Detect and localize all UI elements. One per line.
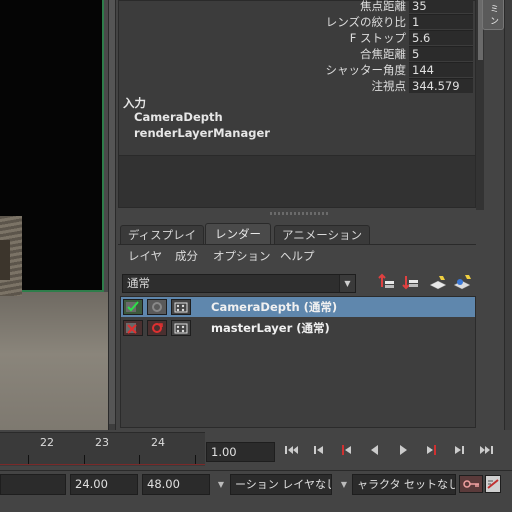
range-start-field[interactable] [0,474,66,495]
attr-value-field[interactable]: 35 [409,0,473,13]
go-to-end-icon[interactable] [475,443,497,463]
tab-divider [118,244,476,245]
recycle-toggle-icon[interactable] [147,299,167,315]
attr-label: 注視点 [371,79,407,93]
layer-row-cameradepth[interactable]: CameraDepth (通常) [121,297,475,317]
attr-row-center-of-interest: 注視点 344.579 [119,78,475,94]
new-layer-from-selected-icon[interactable] [376,272,396,292]
play-forward-icon[interactable] [392,443,414,463]
input-link-cameradepth[interactable]: CameraDepth [134,110,223,124]
attr-row-fstop: F ストップ 5.6 [119,30,475,46]
step-back-key-icon[interactable] [308,443,330,463]
attribute-panel-empty-area [119,155,475,207]
tab-display[interactable]: ディスプレイ [120,225,204,245]
viewport-wall-shadow [0,240,10,280]
anim-layer-dropdown[interactable]: ーション レイヤなし [230,474,332,495]
chevron-down-icon[interactable]: ▼ [215,474,227,495]
menu-help[interactable]: ヘルプ [280,247,315,265]
inputs-header: 入力 [123,96,146,110]
attr-value-field[interactable]: 1 [409,14,473,29]
attr-value-field[interactable]: 144 [409,62,473,77]
go-to-start-icon[interactable] [281,443,303,463]
attr-label: F ストップ [349,31,406,45]
attr-row-shutter-angle: シャッター角度 144 [119,62,475,78]
attr-label: 合焦距離 [360,47,406,61]
attr-row-focus-distance: 合焦距離 5 [119,46,475,62]
layer-name: CameraDepth (通常) [211,300,338,314]
current-frame-field[interactable]: 1.00 [206,442,275,462]
tick-label: 24 [151,436,165,449]
time-slider-baseline [0,464,205,465]
anim-end-field[interactable]: 48.00 [142,474,210,495]
recycle-toggle-icon[interactable] [147,320,167,336]
play-backward-icon[interactable] [364,443,386,463]
layer-mode-dropdown[interactable]: 通常 ▼ [122,274,356,293]
step-back-frame-icon[interactable] [336,443,358,463]
menu-layers[interactable]: レイヤ [128,247,162,265]
create-layer-with-selection-icon[interactable] [452,272,472,292]
character-set-dropdown[interactable]: ャラクタ セットなし [352,474,456,495]
side-panel-filler [484,210,504,430]
menu-options[interactable]: オプション [213,247,271,265]
attr-value-field[interactable]: 5.6 [409,30,473,45]
auto-key-icon[interactable] [459,475,483,493]
menu-components[interactable]: 成分 [175,247,198,265]
tick-label: 22 [40,436,54,449]
time-slider[interactable]: 22 23 24 [0,432,205,466]
attr-label: シャッター角度 [325,63,407,77]
attr-label: レンズの絞り比 [325,15,406,29]
step-forward-frame-icon[interactable] [420,443,442,463]
move-layer-down-icon[interactable] [400,272,420,292]
side-tab[interactable]: ミ ン [482,0,504,30]
side-strip [504,0,512,430]
attr-value-field[interactable]: 344.579 [409,78,473,93]
layer-name: masterLayer (通常) [211,321,330,335]
viewport[interactable] [0,0,108,430]
viewport-scrollbar-thumb[interactable] [109,0,115,424]
attr-value-field[interactable]: 5 [409,46,473,61]
chevron-down-icon: ▼ [339,275,355,292]
renderable-toggle-icon[interactable] [123,299,143,315]
attribute-panel: 焦点距離 35 レンズの絞り比 1 F ストップ 5.6 合焦距離 5 シャッタ… [118,0,476,208]
chevron-down-icon[interactable]: ▼ [338,474,350,495]
viewport-floor [0,292,108,430]
layer-row-masterlayer[interactable]: masterLayer (通常) [121,318,475,338]
tab-animation[interactable]: アニメーション [274,225,370,245]
animation-preferences-icon[interactable] [485,475,501,493]
range-end-field[interactable]: 24.00 [70,474,138,495]
tick-label: 23 [95,436,109,449]
attr-row-lens-squeeze: レンズの絞り比 1 [119,14,475,30]
create-empty-layer-icon[interactable] [428,272,448,292]
render-layers-list: CameraDepth (通常) masterLayer (通常) [120,296,476,428]
clapper-icon[interactable] [171,320,191,336]
dropdown-value: 通常 [127,276,150,290]
attr-label: 焦点距離 [360,0,406,13]
tab-render[interactable]: レンダー [205,223,271,245]
step-forward-key-icon[interactable] [448,443,470,463]
input-link-renderlayermanager[interactable]: renderLayerManager [134,126,270,140]
attr-row-focal-length: 焦点距離 35 [119,0,475,14]
not-renderable-toggle-icon[interactable] [123,320,143,336]
clapper-icon[interactable] [171,299,191,315]
panel-splitter[interactable] [270,212,330,215]
